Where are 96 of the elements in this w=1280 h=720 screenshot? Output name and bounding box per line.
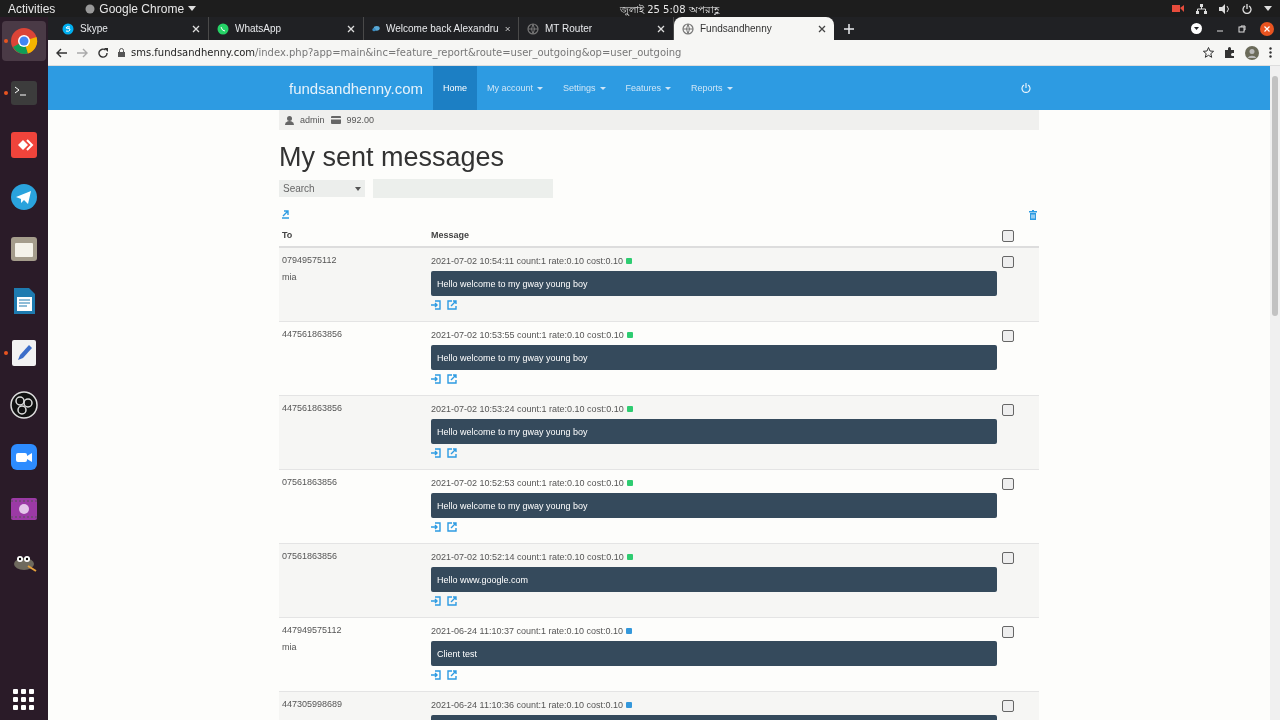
close-icon[interactable]: [504, 24, 510, 33]
menu-icon[interactable]: [1269, 47, 1272, 58]
message-details: 2021-06-24 11:10:37 count:1 rate:0.10 cost:0.10: [431, 625, 623, 636]
app-grid-icon[interactable]: [13, 689, 34, 710]
recipient-number: 447561863856: [282, 403, 344, 413]
trash-icon[interactable]: [1029, 210, 1037, 220]
forward-icon[interactable]: [447, 300, 457, 310]
message-bubble: Hello welcome to my gway young boy: [431, 493, 997, 518]
power-icon[interactable]: [1242, 3, 1252, 14]
app-menu[interactable]: Google Chrome: [85, 1, 197, 16]
film-icon[interactable]: [10, 495, 38, 523]
close-icon[interactable]: [818, 24, 826, 33]
restore-icon[interactable]: [1238, 24, 1246, 33]
terminal-icon[interactable]: [10, 79, 38, 107]
folder-icon[interactable]: [10, 235, 38, 263]
plus-icon[interactable]: [844, 24, 854, 34]
row-checkbox[interactable]: [1002, 404, 1014, 416]
message-details: 2021-06-24 11:10:36 count:1 rate:0.10 cost:0.10: [431, 699, 623, 710]
puzzle-icon[interactable]: [1224, 47, 1235, 58]
username: admin: [300, 115, 325, 125]
recipient-number: 07561863856: [282, 477, 339, 487]
browser-tab[interactable]: Fundsandhenny: [674, 17, 834, 40]
forward-icon[interactable]: [447, 448, 457, 458]
tab-search-icon[interactable]: [1191, 23, 1202, 34]
volume-icon[interactable]: [1219, 3, 1230, 14]
recipient-number: 447305998689: [282, 699, 344, 709]
network-icon[interactable]: [1196, 3, 1207, 14]
phone-bubble-icon: [217, 22, 229, 35]
activities-button[interactable]: Activities: [8, 1, 56, 16]
scrollbar-thumb[interactable]: [1272, 76, 1278, 316]
clock[interactable]: জুলাই 25 5:08 অপরাহ্ণ: [620, 2, 719, 19]
row-checkbox[interactable]: [1002, 700, 1014, 712]
caret-icon[interactable]: [1264, 6, 1272, 11]
star-icon[interactable]: [1203, 47, 1214, 58]
forward-icon[interactable]: [447, 522, 457, 532]
resend-icon[interactable]: [431, 670, 441, 680]
forward-icon[interactable]: [447, 374, 457, 384]
message-bubble: Hello welcome to my gway young boy: [431, 419, 997, 444]
recipient-name: mia: [282, 642, 298, 652]
page-title: My sent messages: [279, 142, 506, 173]
recipient-name: mia: [282, 272, 298, 282]
export-icon[interactable]: [281, 210, 290, 219]
url-field[interactable]: sms.fundsandhenny.com/index.php?app=main&inc=feature_report&route=user_outgoing&op=user_outgoing: [131, 47, 682, 58]
recipient-number: 07949575112: [282, 255, 338, 265]
tab-title: MT Router: [545, 23, 594, 34]
recipient-number: 447561863856: [282, 329, 344, 339]
card-icon: [330, 116, 341, 124]
chrome-icon[interactable]: [10, 27, 38, 55]
lock-icon: [118, 48, 125, 57]
recipient-number: 07561863856: [282, 551, 339, 561]
camera-icon[interactable]: [1172, 4, 1184, 13]
search-field-select[interactable]: Search: [279, 180, 365, 197]
tab-title: Welcome back Alexandru: [386, 23, 499, 34]
tab-title: Fundsandhenny: [700, 23, 773, 34]
row-checkbox[interactable]: [1002, 478, 1014, 490]
tab-title: WhatsApp: [235, 23, 283, 34]
resend-icon[interactable]: [431, 522, 441, 532]
resend-icon[interactable]: [431, 596, 441, 606]
message-details: 2021-07-02 10:54:11 count:1 rate:0.10 cost:0.10: [431, 255, 623, 266]
resend-icon[interactable]: [431, 300, 441, 310]
obs-icon[interactable]: [10, 391, 38, 419]
caret-icon: [355, 186, 361, 191]
row-checkbox[interactable]: [1002, 330, 1014, 342]
recipient-number: 447949575112: [282, 625, 343, 635]
select-all-checkbox[interactable]: [1002, 229, 1014, 242]
forward-icon[interactable]: [447, 670, 457, 680]
message-details: 2021-07-02 10:52:53 count:1 rate:0.10 cost:0.10: [431, 477, 624, 488]
reload-icon[interactable]: [98, 47, 108, 58]
caret-icon: [188, 6, 197, 11]
forward-icon[interactable]: [447, 596, 457, 606]
scrollbar[interactable]: [1270, 66, 1280, 720]
message-details: 2021-07-02 10:53:24 count:1 rate:0.10 cost:0.10: [431, 403, 624, 414]
message-bubble: Client test: [431, 641, 997, 666]
close-icon[interactable]: [1260, 21, 1274, 36]
nav-item[interactable]: Home: [433, 66, 477, 110]
column-header: Message: [431, 230, 471, 240]
column-header: To: [281, 230, 294, 240]
resend-icon[interactable]: [431, 448, 441, 458]
row-checkbox[interactable]: [1002, 552, 1014, 564]
paper-plane-icon[interactable]: [10, 183, 38, 211]
video-camera-icon[interactable]: [10, 443, 38, 471]
row-checkbox[interactable]: [1002, 256, 1014, 268]
message-bubble: Hello www.google.com: [431, 567, 997, 592]
tab-title: Skype: [80, 23, 109, 34]
user-icon: [285, 115, 294, 125]
message-bubble: Hello welcome to my gway young boy: [431, 271, 997, 296]
back-arrow-icon[interactable]: [56, 47, 67, 58]
message-details: 2021-07-02 10:52:14 count:1 rate:0.10 cost:0.10: [431, 551, 624, 562]
skype-icon: [62, 22, 74, 35]
avatar-icon[interactable]: [1245, 45, 1259, 60]
row-checkbox[interactable]: [1002, 626, 1014, 638]
pencil-icon[interactable]: [10, 339, 38, 367]
resend-icon[interactable]: [431, 374, 441, 384]
credit-balance: 992.00: [346, 115, 375, 125]
message-bubble: Hello welcome to my gway young boy: [431, 345, 997, 370]
message-details: 2021-07-02 10:53:55 count:1 rate:0.10 cost:0.10: [431, 329, 624, 340]
